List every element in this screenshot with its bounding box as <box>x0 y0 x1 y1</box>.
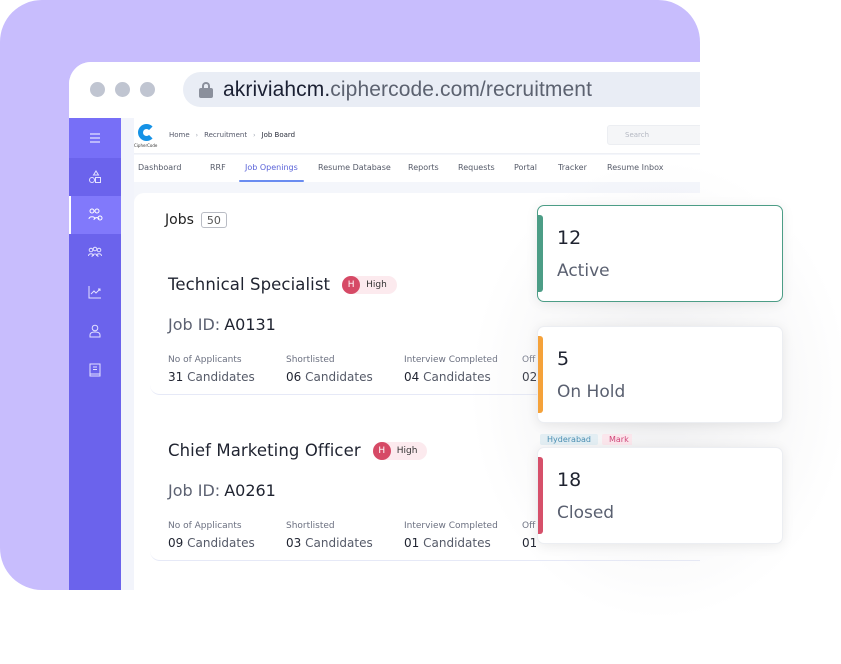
jobs-count-badge: 50 <box>200 212 227 228</box>
jobs-title: Jobs <box>165 212 194 228</box>
stat-unit: Candidates <box>305 536 373 550</box>
stat-unit: Candidates <box>187 536 255 550</box>
browser-chrome: akriviahcm.ciphercode.com/recruitment <box>69 62 700 118</box>
breadcrumb-recruitment[interactable]: Recruitment <box>204 131 247 139</box>
window-minimize-dot[interactable] <box>115 82 130 97</box>
job-tags: Hyderabad Mark <box>540 434 632 445</box>
job-title[interactable]: Technical Specialist <box>168 275 330 294</box>
stat-shortlisted: Shortlisted 03 Candidates <box>286 521 373 550</box>
tab-reports[interactable]: Reports <box>408 163 439 172</box>
status-count: 12 <box>557 227 582 249</box>
job-title[interactable]: Chief Marketing Officer <box>168 441 361 460</box>
status-label: Closed <box>557 503 615 523</box>
url-host: akriviahcm. <box>223 77 331 101</box>
breadcrumb-separator-icon: › <box>253 131 256 139</box>
user-icon <box>89 324 101 338</box>
sidebar-menu-toggle[interactable] <box>69 118 121 158</box>
jobs-header: Jobs 50 <box>165 212 227 228</box>
stat-applicants: No of Applicants 31 Candidates <box>168 355 255 384</box>
logo-text: CipherCode <box>134 143 158 148</box>
stat-label: Interview Completed <box>404 521 498 531</box>
stat-value: 04 <box>404 370 420 384</box>
stat-interview-completed: Interview Completed 01 Candidates <box>404 521 498 550</box>
job-id-label: Job ID: <box>168 315 221 334</box>
stat-unit: Candidates <box>423 536 491 550</box>
team-icon <box>88 246 102 258</box>
book-icon <box>89 363 101 377</box>
status-color-bar <box>538 215 543 292</box>
recruitment-icon <box>88 208 103 221</box>
app-topbar: CipherCode Home › Recruitment › Job Boar… <box>121 118 700 154</box>
priority-icon: H <box>372 441 391 460</box>
stat-value: 09 <box>168 536 184 550</box>
priority-label: High <box>366 279 387 290</box>
sidebar-item-team[interactable] <box>69 234 121 272</box>
tab-resume-database[interactable]: Resume Database <box>318 163 391 172</box>
job-id-label: Job ID: <box>168 481 221 500</box>
tab-job-openings[interactable]: Job Openings <box>239 163 304 182</box>
status-color-bar <box>538 457 543 534</box>
breadcrumb-separator-icon: › <box>195 131 199 139</box>
status-card-on-hold[interactable]: 5 On Hold <box>537 326 783 423</box>
job-id-value: A0261 <box>224 481 276 500</box>
status-card-active[interactable]: 12 Active <box>537 205 783 302</box>
stat-value: 01 <box>404 536 420 550</box>
search-input[interactable]: Search <box>607 125 700 145</box>
window-close-dot[interactable] <box>90 82 105 97</box>
stat-applicants: No of Applicants 09 Candidates <box>168 521 255 550</box>
stat-value: 03 <box>286 536 302 550</box>
priority-badge: H High <box>372 441 428 460</box>
status-count: 18 <box>557 469 582 491</box>
stat-label: No of Applicants <box>168 355 242 365</box>
breadcrumb: Home › Recruitment › Job Board <box>169 131 295 139</box>
tab-portal[interactable]: Portal <box>514 163 537 172</box>
sidebar-item-docs[interactable] <box>69 351 121 389</box>
breadcrumb-home[interactable]: Home <box>169 131 190 139</box>
status-label: Active <box>557 261 610 281</box>
priority-badge: H High <box>342 275 397 294</box>
url-text: akriviahcm.ciphercode.com/recruitment <box>223 78 592 102</box>
status-color-bar <box>538 336 543 413</box>
ciphercode-logo[interactable]: CipherCode <box>134 124 159 150</box>
location-tag: Hyderabad <box>540 434 598 445</box>
priority-icon: H <box>342 275 361 294</box>
menu-icon <box>90 133 100 143</box>
job-id: Job ID: A0261 <box>168 481 276 500</box>
tab-rrf[interactable]: RRF <box>210 163 226 172</box>
stat-value: 31 <box>168 370 184 384</box>
tab-tracker[interactable]: Tracker <box>558 163 587 172</box>
stat-value: 06 <box>286 370 302 384</box>
job-id-value: A0131 <box>224 315 276 334</box>
job-id: Job ID: A0131 <box>168 315 276 334</box>
sidebar-item-shapes[interactable] <box>69 158 121 196</box>
stat-unit: Candidates <box>305 370 373 384</box>
sidebar-item-analytics[interactable] <box>69 273 121 311</box>
tab-dashboard[interactable]: Dashboard <box>138 163 181 172</box>
status-count: 5 <box>557 348 570 370</box>
lock-icon <box>199 81 213 98</box>
url-path: ciphercode.com/recruitment <box>330 77 593 101</box>
sidebar-item-profile[interactable] <box>69 312 121 350</box>
stat-shortlisted: Shortlisted 06 Candidates <box>286 355 373 384</box>
sidebar-edge <box>121 118 134 590</box>
shapes-icon <box>89 170 101 183</box>
sidebar <box>69 118 121 590</box>
stat-label: Shortlisted <box>286 521 335 531</box>
priority-label: High <box>396 445 418 456</box>
analytics-icon <box>88 286 101 299</box>
stat-unit: Candidates <box>187 370 255 384</box>
stat-label: No of Applicants <box>168 521 242 531</box>
address-bar[interactable]: akriviahcm.ciphercode.com/recruitment <box>183 72 700 107</box>
stat-label: Shortlisted <box>286 355 335 365</box>
department-tag: Mark <box>602 434 632 445</box>
sidebar-item-recruitment[interactable] <box>69 196 121 234</box>
status-card-closed[interactable]: 18 Closed <box>537 447 783 544</box>
status-label: On Hold <box>557 382 626 402</box>
window-maximize-dot[interactable] <box>140 82 155 97</box>
breadcrumb-current: Job Board <box>261 131 296 139</box>
tab-requests[interactable]: Requests <box>458 163 495 172</box>
